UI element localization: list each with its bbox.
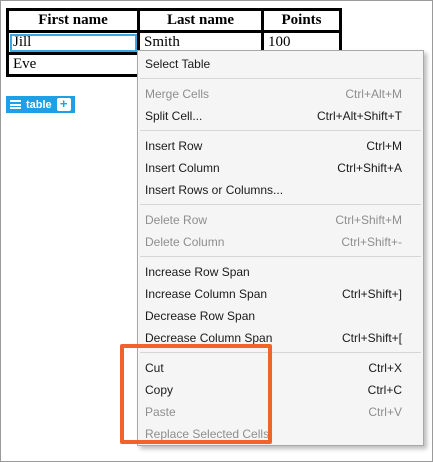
menu-item-shortcut: Ctrl+Shift+[ xyxy=(341,331,402,345)
menu-item-insert-row[interactable]: Insert Row Ctrl+M xyxy=(138,135,423,157)
menu-item-shortcut: Ctrl+Shift+A xyxy=(337,161,402,175)
table-cell[interactable]: Eve xyxy=(6,52,140,77)
menu-item-label: Increase Row Span xyxy=(145,265,250,279)
menu-item-shortcut: Ctrl+Alt+M xyxy=(345,87,402,101)
menu-separator xyxy=(140,352,421,353)
menu-item-decrease-column-span[interactable]: Decrease Column Span Ctrl+Shift+[ xyxy=(138,327,423,349)
menu-item-label: Insert Column xyxy=(145,161,220,175)
menu-item-decrease-row-span[interactable]: Decrease Row Span xyxy=(138,305,423,327)
menu-item-increase-column-span[interactable]: Increase Column Span Ctrl+Shift+] xyxy=(138,283,423,305)
menu-item-shortcut: Ctrl+C xyxy=(367,383,402,397)
menu-item-label: Increase Column Span xyxy=(145,287,268,301)
menu-item-select-table[interactable]: Select Table xyxy=(138,53,423,75)
menu-item-shortcut: Ctrl+Shift+- xyxy=(341,235,402,249)
menu-item-label: Decrease Column Span xyxy=(145,331,273,345)
menu-item-label: Insert Row xyxy=(145,139,203,153)
menu-item-label: Replace Selected Cells xyxy=(145,427,270,441)
table-tag[interactable]: table + xyxy=(6,96,75,113)
list-icon xyxy=(10,100,21,109)
menu-item-label: Merge Cells xyxy=(145,87,210,101)
menu-item-shortcut: Ctrl+V xyxy=(368,405,402,419)
menu-item-delete-row: Delete Row Ctrl+Shift+M xyxy=(138,209,423,231)
menu-item-paste: Paste Ctrl+V xyxy=(138,401,423,423)
context-menu: Select Table Merge Cells Ctrl+Alt+M Split C… xyxy=(137,50,424,446)
menu-item-shortcut: Ctrl+Alt+Shift+T xyxy=(316,109,402,123)
menu-item-shortcut: Ctrl+M xyxy=(366,139,402,153)
menu-item-label: Copy xyxy=(145,383,174,397)
header-points[interactable]: Points xyxy=(261,8,342,33)
menu-item-label: Split Cell... xyxy=(145,109,203,123)
menu-separator xyxy=(140,204,421,205)
menu-separator xyxy=(140,78,421,79)
menu-item-delete-column: Delete Column Ctrl+Shift+- xyxy=(138,231,423,253)
menu-item-label: Delete Row xyxy=(145,213,208,227)
menu-separator xyxy=(140,256,421,257)
menu-item-increase-row-span[interactable]: Increase Row Span xyxy=(138,261,423,283)
menu-item-label: Cut xyxy=(145,361,164,375)
editor-frame: First name Last name Points Jill Smith 1… xyxy=(0,0,433,462)
menu-item-label: Decrease Row Span xyxy=(145,309,256,323)
menu-item-label: Select Table xyxy=(145,57,211,71)
menu-item-merge-cells: Merge Cells Ctrl+Alt+M xyxy=(138,83,423,105)
menu-item-insert-rows-or-columns[interactable]: Insert Rows or Columns... xyxy=(138,179,423,201)
menu-item-label: Insert Rows or Columns... xyxy=(145,183,284,197)
header-row: First name Last name Points xyxy=(6,8,342,33)
menu-item-label: Delete Column xyxy=(145,235,225,249)
header-last-name[interactable]: Last name xyxy=(137,8,264,33)
menu-separator xyxy=(140,130,421,131)
header-first-name[interactable]: First name xyxy=(6,8,140,33)
menu-item-replace-selected-cells: Replace Selected Cells xyxy=(138,423,423,445)
menu-item-cut[interactable]: Cut Ctrl+X xyxy=(138,357,423,379)
menu-item-insert-column[interactable]: Insert Column Ctrl+Shift+A xyxy=(138,157,423,179)
table-cell[interactable]: Jill xyxy=(6,30,140,55)
menu-item-copy[interactable]: Copy Ctrl+C xyxy=(138,379,423,401)
menu-item-label: Paste xyxy=(145,405,176,419)
menu-item-split-cell[interactable]: Split Cell... Ctrl+Alt+Shift+T xyxy=(138,105,423,127)
menu-item-shortcut: Ctrl+Shift+] xyxy=(341,287,402,301)
table-tag-label: table xyxy=(26,98,52,111)
menu-item-shortcut: Ctrl+X xyxy=(368,361,402,375)
menu-item-shortcut: Ctrl+Shift+M xyxy=(335,213,402,227)
add-icon[interactable]: + xyxy=(56,97,71,111)
